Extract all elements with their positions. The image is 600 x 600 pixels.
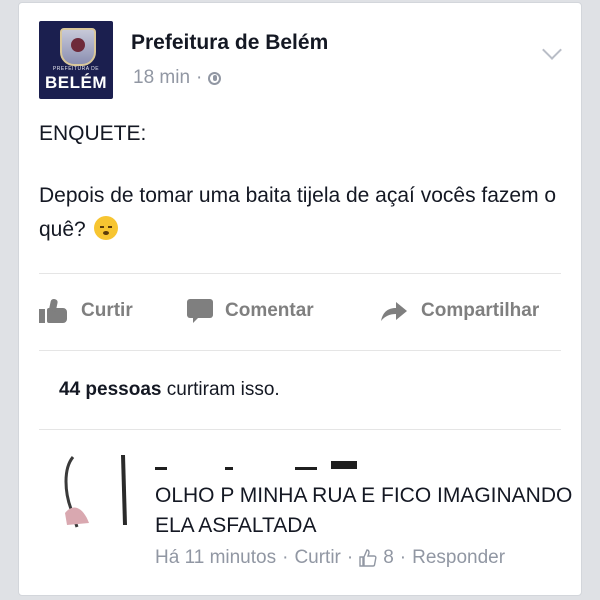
- thumbs-up-icon: [39, 298, 69, 323]
- commenter-avatar[interactable]: [59, 453, 137, 531]
- avatar-image: [64, 454, 127, 528]
- chevron-down-icon[interactable]: [542, 40, 562, 60]
- comment-meta: Há 11 minutos · Curtir · 8 · Responder: [155, 547, 505, 569]
- post-card: PREFEITURA DE BELÉM Prefeitura de Belém …: [18, 2, 582, 596]
- logo-small-text: PREFEITURA DE: [52, 66, 100, 72]
- post-body: Depois de tomar uma baita tijela de açaí…: [39, 179, 559, 247]
- redaction-mark: [155, 467, 167, 470]
- divider: [39, 429, 561, 430]
- city-crest-icon: [60, 28, 96, 66]
- comment-like-count[interactable]: 8: [383, 547, 394, 569]
- comment-author-redacted[interactable]: [155, 455, 365, 475]
- post-poll-title: ENQUETE:: [39, 122, 147, 145]
- post-meta: 18 min ·: [133, 67, 222, 89]
- meta-separator: ·: [196, 67, 203, 88]
- comment-meta-separator: ·: [346, 547, 354, 568]
- comment-meta-separator: ·: [282, 547, 289, 568]
- likes-count: 44 pessoas: [59, 379, 162, 400]
- redaction-mark: [225, 467, 233, 470]
- redaction-mark: [331, 461, 357, 469]
- share-arrow-icon: [381, 302, 407, 321]
- comment-button[interactable]: Comentar: [187, 296, 314, 326]
- share-button-label: Compartilhar: [421, 300, 540, 321]
- comment-like-link[interactable]: Curtir: [294, 547, 340, 569]
- page-name-link[interactable]: Prefeitura de Belém: [131, 31, 328, 55]
- reply-link[interactable]: Responder: [412, 547, 505, 569]
- share-button[interactable]: Compartilhar: [379, 296, 539, 326]
- comment-text: OLHO P MINHA RUA E FICO IMAGINANDO ELA A…: [155, 484, 573, 537]
- divider: [39, 350, 561, 351]
- divider: [39, 273, 561, 274]
- comment-timestamp[interactable]: Há 11 minutos: [155, 547, 276, 569]
- logo-brand-text: BELÉM: [45, 73, 107, 92]
- comment-meta-separator: ·: [399, 547, 407, 568]
- likes-suffix: curtiram isso.: [161, 379, 280, 400]
- page-logo[interactable]: PREFEITURA DE BELÉM: [39, 21, 113, 99]
- likes-summary[interactable]: 44 pessoas curtiram isso.: [59, 379, 280, 401]
- comment-button-label: Comentar: [225, 300, 314, 321]
- globe-icon: [208, 72, 222, 85]
- post-timestamp[interactable]: 18 min: [133, 67, 190, 88]
- like-button-label: Curtir: [81, 300, 133, 321]
- like-button[interactable]: Curtir: [39, 296, 133, 326]
- sleepy-face-emoji-icon: [93, 216, 118, 240]
- redaction-mark: [295, 467, 317, 470]
- speech-bubble-icon: [187, 299, 213, 323]
- thumbs-up-outline-icon: [359, 549, 377, 567]
